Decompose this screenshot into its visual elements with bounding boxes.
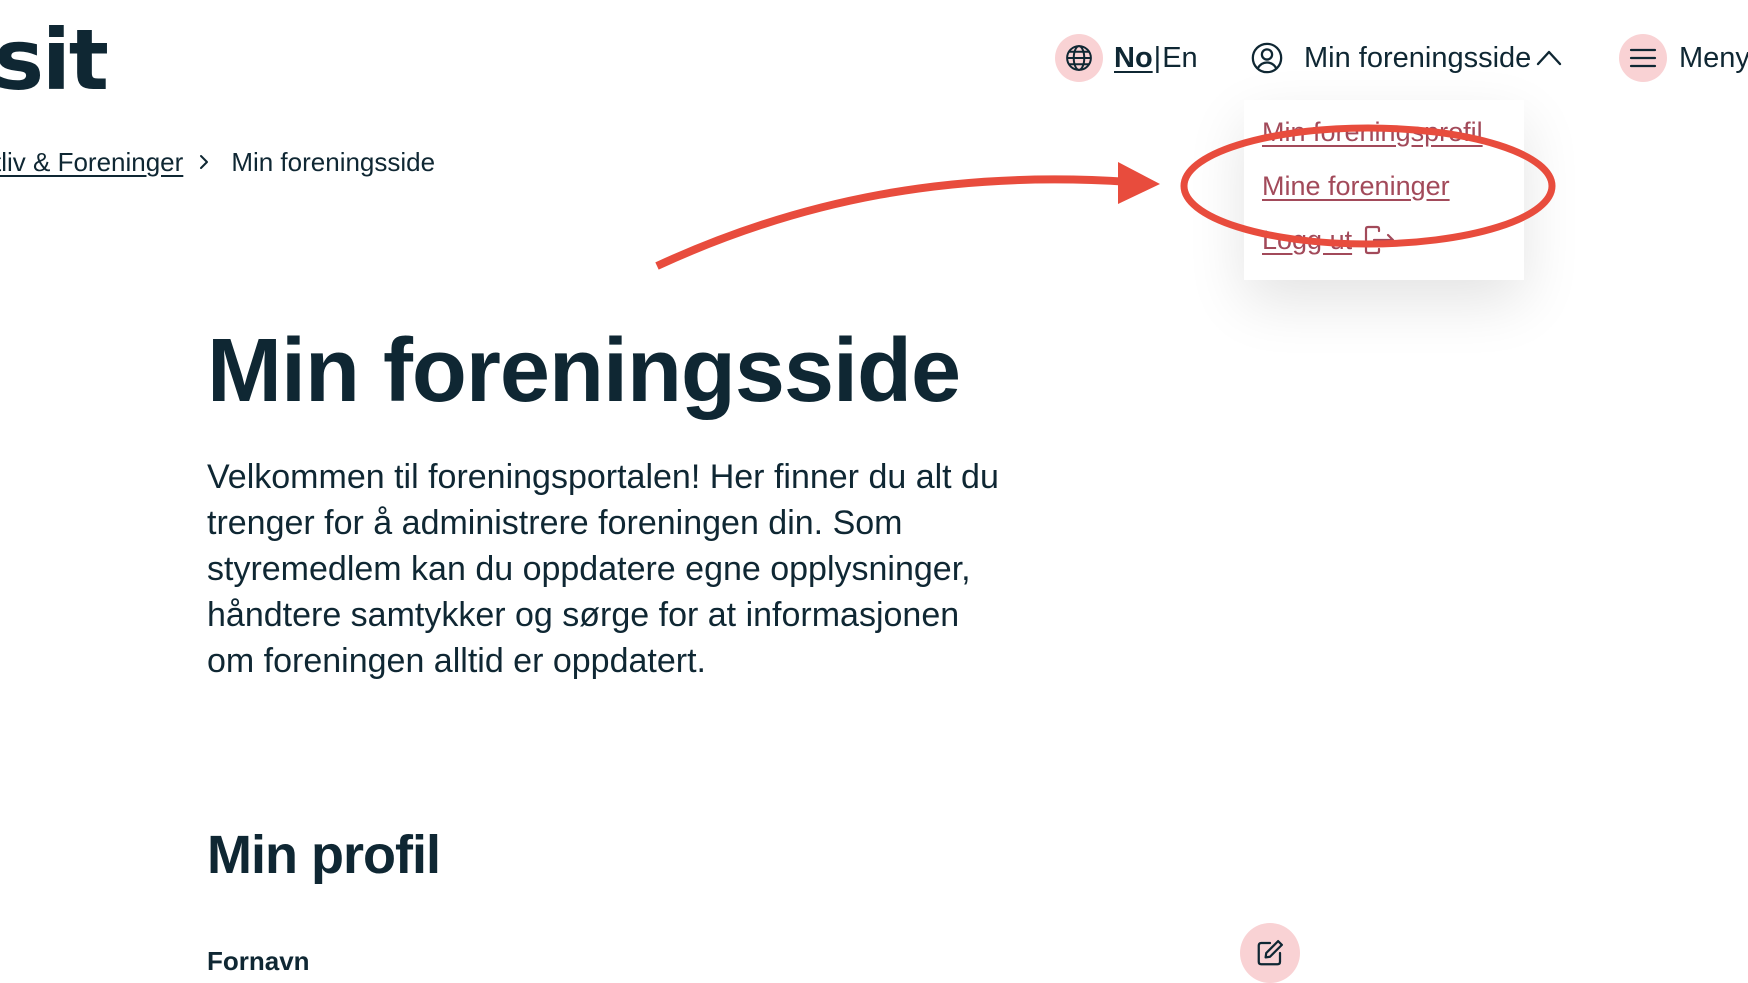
breadcrumb-link[interactable]: tliv & Foreninger — [0, 144, 183, 180]
account-menu-toggle[interactable]: Min foreningsside — [1304, 38, 1531, 78]
intro-text: Velkommen til foreningsportalen! Her fin… — [207, 458, 999, 680]
account-dropdown: Min foreningsprofil Mine foreninger Logg… — [1244, 100, 1524, 280]
language-option-en[interactable]: En — [1162, 42, 1197, 74]
profile-section-title: Min profil — [207, 825, 441, 885]
globe-icon[interactable] — [1055, 34, 1103, 82]
dropdown-item-logg-ut[interactable]: Logg ut — [1262, 222, 1396, 258]
logout-icon — [1364, 225, 1395, 255]
page-title: Min foreningsside — [207, 321, 961, 421]
annotation-arrow — [655, 175, 1131, 270]
edit-icon — [1257, 940, 1283, 966]
menu-button[interactable]: Meny — [1679, 38, 1748, 78]
language-separator: | — [1153, 42, 1162, 74]
user-circle-icon[interactable] — [1250, 41, 1284, 75]
language-switcher: No|En — [1114, 38, 1198, 78]
edit-button[interactable] — [1240, 923, 1300, 983]
site-logo[interactable]: sit — [0, 10, 109, 110]
chevron-right-icon — [200, 155, 209, 169]
first-name-label: Fornavn — [207, 946, 310, 976]
breadcrumb: tliv & Foreninger Min foreningsside — [0, 144, 435, 180]
dropdown-item-min-foreningsprofil[interactable]: Min foreningsprofil — [1262, 114, 1483, 150]
logout-label: Logg ut — [1262, 225, 1353, 255]
annotation-arrowhead — [1118, 162, 1160, 204]
hamburger-icon[interactable] — [1619, 34, 1667, 82]
breadcrumb-current: Min foreningsside — [231, 147, 436, 177]
dropdown-item-mine-foreninger[interactable]: Mine foreninger — [1262, 168, 1450, 204]
chevron-up-icon[interactable] — [1534, 46, 1564, 70]
language-option-no[interactable]: No — [1114, 42, 1153, 74]
